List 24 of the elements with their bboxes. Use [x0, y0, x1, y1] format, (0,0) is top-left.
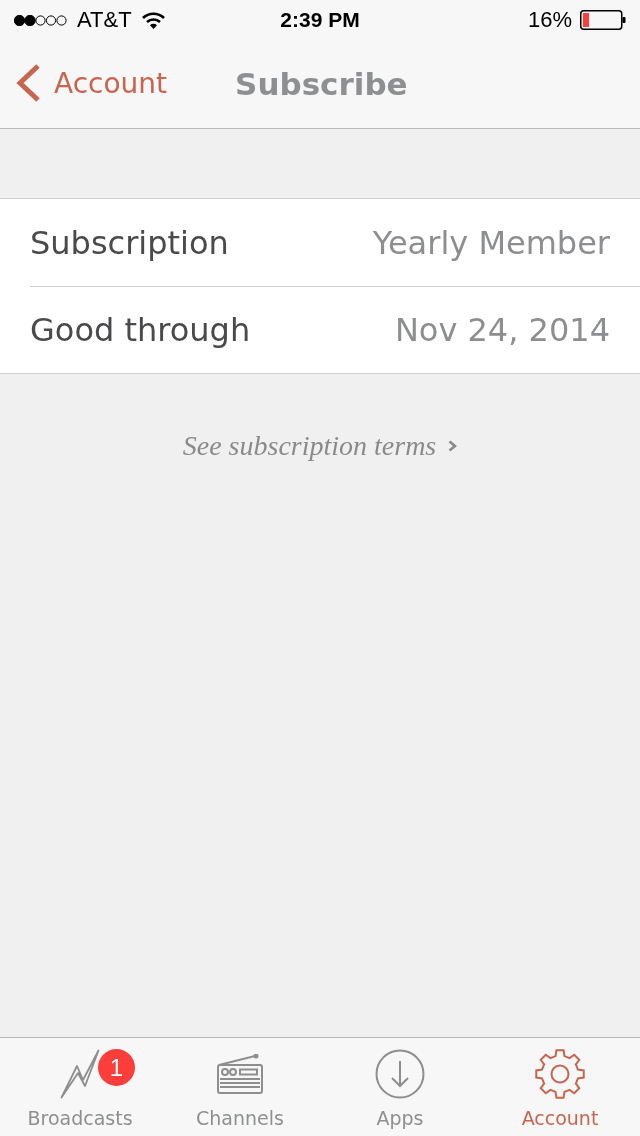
row-value: Yearly Member — [372, 223, 610, 262]
row-value: Nov 24, 2014 — [394, 311, 610, 349]
tab-item[interactable]: Apps — [320, 1038, 480, 1136]
lightning-bolt-icon — [60, 1049, 100, 1099]
back-button[interactable]: Account — [16, 64, 168, 102]
row-label: Good through — [30, 311, 251, 349]
row-label: Subscription — [30, 223, 229, 262]
download-icon — [375, 1049, 425, 1099]
signal-strength-icon — [14, 14, 67, 26]
tab-item[interactable]: 1 Broadcasts — [0, 1038, 160, 1136]
battery-percentage: 16% — [527, 7, 572, 33]
notification-badge: 1 — [98, 1049, 135, 1086]
carrier-name: AT&T — [77, 7, 132, 33]
tab-item[interactable]: Account — [480, 1038, 640, 1136]
radio-icon — [217, 1054, 263, 1094]
settings-gear-icon — [535, 1049, 585, 1099]
wifi-icon — [141, 11, 165, 29]
battery-icon — [580, 10, 626, 30]
tab-item[interactable]: Channels — [160, 1038, 320, 1136]
chevron-icon — [448, 440, 458, 452]
subscription-terms-link[interactable]: See subscription terms — [182, 430, 458, 462]
status-time: 2:39 PM — [280, 8, 360, 32]
back-chevron-icon — [16, 64, 41, 102]
page-title: Subscribe — [235, 66, 408, 102]
